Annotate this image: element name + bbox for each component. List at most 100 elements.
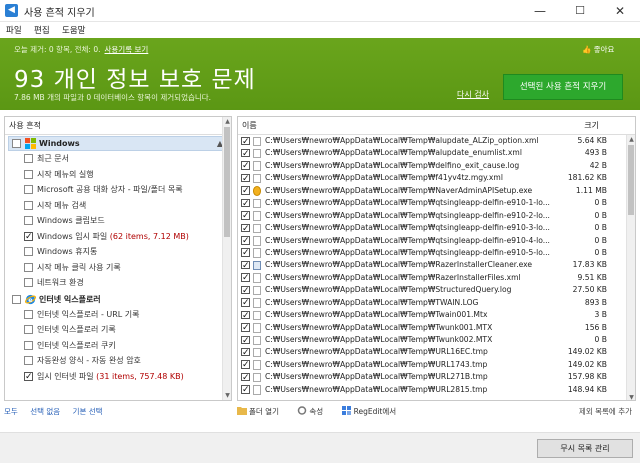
trace-item[interactable]: 인터넷 익스플로러 기록: [5, 322, 231, 338]
trace-item[interactable]: 시작 메뉴의 실행: [5, 167, 231, 183]
trace-item[interactable]: 네트워크 환경: [5, 275, 231, 291]
manage-ignore-list-button[interactable]: 무시 목록 관리: [537, 439, 633, 458]
file-row-checkbox[interactable]: [241, 372, 250, 382]
trace-item-checkbox[interactable]: [24, 309, 33, 319]
trace-item[interactable]: 최근 문서: [5, 151, 231, 167]
properties-action[interactable]: 속성: [297, 406, 333, 416]
file-row-checkbox[interactable]: [241, 273, 250, 282]
close-button[interactable]: ✕: [600, 0, 640, 22]
trace-item[interactable]: 시작 메뉴 클릭 사용 기록: [5, 260, 231, 276]
file-row[interactable]: C:₩Users₩newro₩AppData₩Local₩Temp₩f41yv4…: [238, 172, 635, 184]
file-scroll-thumb[interactable]: [628, 145, 634, 215]
trace-item[interactable]: 인터넷 익스플로러 쿠키: [5, 338, 231, 354]
scroll-up-icon[interactable]: ▲: [223, 117, 231, 126]
file-row[interactable]: C:₩Users₩newro₩AppData₩Local₩Temp₩Struct…: [238, 284, 635, 296]
menu-file[interactable]: 파일: [6, 24, 22, 36]
file-row-checkbox[interactable]: [241, 347, 250, 357]
column-size-header[interactable]: 크기: [584, 120, 599, 131]
trace-item-checkbox[interactable]: [24, 278, 33, 287]
trace-item[interactable]: Windows 클립보드: [5, 213, 231, 229]
file-row-checkbox[interactable]: [241, 136, 250, 145]
file-row-checkbox[interactable]: [241, 198, 250, 208]
file-row[interactable]: C:₩Users₩newro₩AppData₩Local₩Temp₩qtsing…: [238, 197, 635, 209]
file-row[interactable]: C:₩Users₩newro₩AppData₩Local₩Temp₩Twunk0…: [238, 322, 635, 334]
regedit-action[interactable]: RegEdit에서: [341, 406, 405, 416]
file-row-checkbox[interactable]: [241, 335, 250, 344]
scroll-down-icon[interactable]: ▼: [223, 391, 231, 400]
trace-item[interactable]: 시작 메뉴 검색: [5, 198, 231, 214]
file-row[interactable]: C:₩Users₩newro₩AppData₩Local₩Temp₩RazerI…: [238, 272, 635, 284]
file-row[interactable]: C:₩Users₩newro₩AppData₩Local₩Temp₩URL174…: [238, 359, 635, 371]
trace-item-checkbox[interactable]: [24, 325, 33, 334]
trace-item-checkbox[interactable]: [24, 216, 33, 225]
category-ie-checkbox[interactable]: [12, 294, 21, 304]
trace-item-checkbox[interactable]: [24, 356, 33, 365]
trace-item-checkbox[interactable]: [24, 154, 33, 163]
file-row[interactable]: C:₩Users₩newro₩AppData₩Local₩Temp₩qtsing…: [238, 222, 635, 234]
trace-item-checkbox[interactable]: [24, 340, 33, 350]
file-row-checkbox[interactable]: [241, 310, 250, 320]
trace-item[interactable]: Windows 임시 파일 (62 items, 7.12 MB): [5, 229, 231, 245]
file-row-checkbox[interactable]: [241, 236, 250, 245]
history-link[interactable]: 사용기록 보기: [105, 45, 149, 54]
category-windows-checkbox[interactable]: [12, 139, 21, 148]
file-row[interactable]: C:₩Users₩newro₩AppData₩Local₩Temp₩TWAIN.…: [238, 297, 635, 309]
trace-item-checkbox[interactable]: [24, 169, 33, 179]
add-to-exclusion-link[interactable]: 제외 목록에 추가: [579, 406, 632, 417]
trace-item[interactable]: Microsoft 공용 대화 상자 - 파일/폴더 목록: [5, 182, 231, 198]
file-row[interactable]: C:₩Users₩newro₩AppData₩Local₩Temp₩alupda…: [238, 147, 635, 159]
file-row-checkbox[interactable]: [241, 211, 250, 220]
trace-item[interactable]: 자동완성 양식 - 자동 완성 암호: [5, 353, 231, 369]
like-button[interactable]: 👍 좋아요: [582, 44, 614, 55]
menu-edit[interactable]: 편집: [34, 24, 50, 36]
trace-item-checkbox[interactable]: [24, 371, 33, 381]
file-row-checkbox[interactable]: [241, 161, 250, 170]
file-row[interactable]: C:₩Users₩newro₩AppData₩Local₩Temp₩alupda…: [238, 135, 635, 147]
select-none-link[interactable]: 선택 없음: [30, 407, 60, 416]
select-all-link[interactable]: 모두: [4, 407, 18, 416]
file-row[interactable]: C:₩Users₩newro₩AppData₩Local₩Temp₩NaverA…: [238, 185, 635, 197]
clean-selected-button[interactable]: 선택된 사용 흔적 지우기: [503, 74, 623, 100]
file-scroll-up-icon[interactable]: ▲: [627, 135, 635, 144]
rescan-link[interactable]: 다시 검사: [457, 89, 489, 100]
trace-item[interactable]: Windows 휴지통: [5, 244, 231, 260]
file-row[interactable]: C:₩Users₩newro₩AppData₩Local₩Temp₩delfin…: [238, 160, 635, 172]
file-row-checkbox[interactable]: [241, 360, 250, 369]
trace-item-checkbox[interactable]: [24, 262, 33, 272]
minimize-button[interactable]: —: [520, 0, 560, 22]
file-row[interactable]: C:₩Users₩newro₩AppData₩Local₩Temp₩RazerI…: [238, 259, 635, 271]
file-row-checkbox[interactable]: [241, 385, 250, 394]
traces-scroll-thumb[interactable]: [224, 127, 230, 237]
file-row-checkbox[interactable]: [241, 298, 250, 307]
file-row[interactable]: C:₩Users₩newro₩AppData₩Local₩Temp₩qtsing…: [238, 247, 635, 259]
open-folder-action[interactable]: 폴더 열기: [237, 407, 289, 416]
select-default-link[interactable]: 기본 선택: [73, 407, 103, 416]
trace-item[interactable]: 인터넷 익스플로러 - URL 기록: [5, 307, 231, 323]
traces-scrollbar[interactable]: ▲ ▼: [222, 117, 231, 400]
file-row-checkbox[interactable]: [241, 186, 250, 195]
file-row-checkbox[interactable]: [241, 148, 250, 158]
file-row[interactable]: C:₩Users₩newro₩AppData₩Local₩Temp₩Twain0…: [238, 309, 635, 321]
trace-item-checkbox[interactable]: [24, 231, 33, 241]
trace-item-checkbox[interactable]: [24, 200, 33, 210]
trace-item-checkbox[interactable]: [24, 185, 33, 194]
category-internet-explorer[interactable]: e 인터넷 익스플로러: [8, 291, 228, 307]
category-windows[interactable]: Windows ▲: [8, 136, 228, 151]
file-row-checkbox[interactable]: [241, 285, 250, 295]
file-row[interactable]: C:₩Users₩newro₩AppData₩Local₩Temp₩URL16E…: [238, 346, 635, 358]
file-row-checkbox[interactable]: [241, 173, 250, 183]
file-row-checkbox[interactable]: [241, 260, 250, 270]
trace-item[interactable]: 임시 인터넷 파일 (31 items, 757.48 KB): [5, 369, 231, 385]
file-row[interactable]: C:₩Users₩newro₩AppData₩Local₩Temp₩URL281…: [238, 384, 635, 396]
file-row[interactable]: C:₩Users₩newro₩AppData₩Local₩Temp₩Twunk0…: [238, 334, 635, 346]
file-scroll-down-icon[interactable]: ▼: [627, 393, 635, 400]
menu-help[interactable]: 도움말: [62, 24, 85, 36]
file-row[interactable]: C:₩Users₩newro₩AppData₩Local₩Temp₩URL271…: [238, 371, 635, 383]
file-row[interactable]: C:₩Users₩newro₩AppData₩Local₩Temp₩qtsing…: [238, 210, 635, 222]
column-name-header[interactable]: 이름: [242, 120, 257, 131]
maximize-button[interactable]: ☐: [560, 0, 600, 22]
file-row-checkbox[interactable]: [241, 248, 250, 257]
trace-item-checkbox[interactable]: [24, 247, 33, 256]
file-row[interactable]: C:₩Users₩newro₩AppData₩Local₩Temp₩qtsing…: [238, 235, 635, 247]
file-list-scrollbar[interactable]: ▲ ▼: [626, 135, 635, 400]
